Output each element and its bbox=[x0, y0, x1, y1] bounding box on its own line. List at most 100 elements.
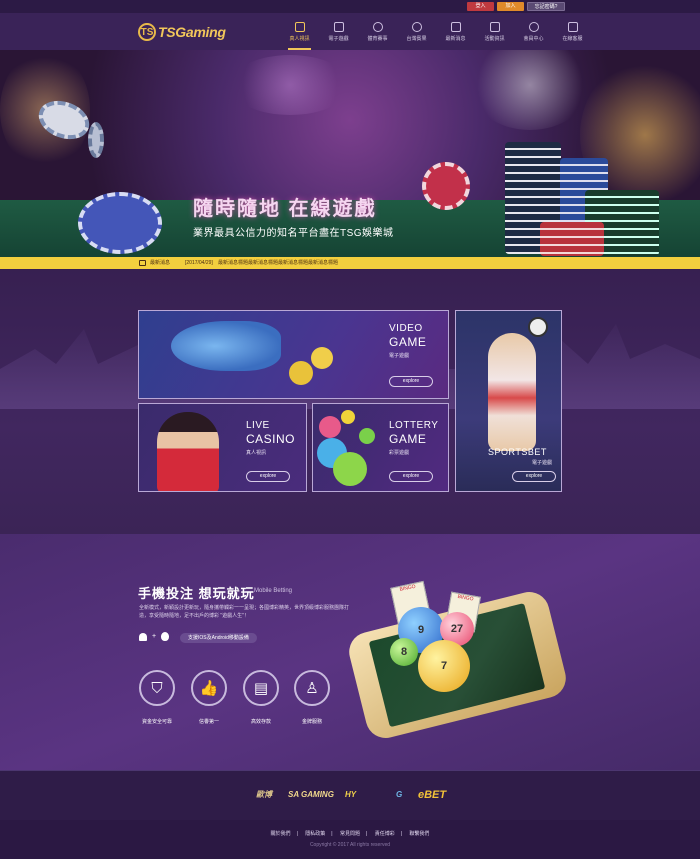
partner-logo[interactable]: eBET bbox=[418, 788, 446, 802]
nav-item-member[interactable]: 會員中心 bbox=[514, 20, 553, 50]
footer-link[interactable]: 隱私政策 bbox=[305, 831, 325, 837]
feature-deposit: ▤ 高效存款 bbox=[236, 670, 286, 725]
nav-item-slots[interactable]: 電子遊戲 bbox=[319, 20, 358, 50]
partner-logo[interactable]: HY bbox=[345, 788, 356, 802]
bingo-ball: 8 bbox=[390, 638, 418, 666]
nav-label: 體育賽事 bbox=[367, 36, 388, 42]
feature-label: 金牌服務 bbox=[301, 719, 322, 725]
support-icon bbox=[567, 22, 578, 32]
footer-link[interactable]: 常見問題 bbox=[340, 831, 360, 837]
mobile-description: 全新模式，新穎設計更新玩，隨身攜帶觸彩一一呈現；各國博彩精英，世界頂級博彩服務團… bbox=[139, 605, 350, 619]
player-figure bbox=[488, 333, 536, 451]
join-button[interactable]: 加入 bbox=[497, 2, 524, 11]
partner-logo[interactable]: G bbox=[396, 788, 402, 802]
ticker-text[interactable]: 最新消息標題最新消息標題最新消息標題最新消息標題 bbox=[218, 257, 338, 269]
nav-item-news[interactable]: 最新消息 bbox=[436, 20, 475, 50]
lottery-ball bbox=[341, 410, 355, 424]
feature-reputation: 👍 信譽第一 bbox=[184, 670, 234, 725]
lottery-card[interactable]: LOTTERY GAME 彩票遊戲 explore bbox=[312, 403, 449, 492]
deposit-icon: ▤ bbox=[243, 670, 279, 706]
video-title-1: VIDEO bbox=[389, 323, 423, 334]
ticker-date: [2017/04/29] bbox=[185, 260, 213, 266]
news-icon bbox=[450, 22, 461, 32]
nav-label: 台灣賓果 bbox=[406, 36, 427, 42]
live-title-1: LIVE bbox=[246, 420, 270, 431]
feature-label: 高效存款 bbox=[250, 719, 271, 725]
nav-label: 會員中心 bbox=[523, 36, 544, 42]
mobile-title-en: Mobile Betting bbox=[254, 588, 293, 594]
video-subtitle: 電子遊戲 bbox=[389, 353, 410, 359]
gift-icon bbox=[489, 22, 500, 32]
partner-logo[interactable]: 歐博 bbox=[256, 788, 272, 802]
login-button[interactable]: 登入 bbox=[467, 2, 494, 11]
live-title-2: CASINO bbox=[246, 432, 296, 446]
explore-button[interactable]: explore bbox=[512, 471, 556, 482]
message-icon bbox=[139, 260, 146, 266]
apple-icon bbox=[161, 632, 169, 641]
banner-subtitle: 業界最具公信力的知名平台盡在TSG娛樂城 bbox=[193, 228, 394, 239]
lottery-title-2: GAME bbox=[389, 432, 427, 446]
feature-label: 信譽第一 bbox=[198, 719, 219, 725]
partner-logo[interactable]: SA GAMING bbox=[288, 788, 334, 802]
logo-mark: TS bbox=[138, 23, 156, 41]
dealer-figure bbox=[157, 412, 219, 491]
top-bar: 登入 加入 忘記密碼? bbox=[0, 0, 700, 13]
news-ticker[interactable]: 最新消息 [2017/04/29] 最新消息標題最新消息標題最新消息標題最新消息… bbox=[0, 257, 700, 269]
poker-chip bbox=[422, 162, 470, 210]
service-icon: ♙ bbox=[294, 670, 330, 706]
partner-logos: 歐博 SA GAMING HY G eBET bbox=[0, 770, 700, 820]
os-plus: + bbox=[151, 633, 157, 640]
logo-text: TSGaming bbox=[158, 24, 226, 40]
explore-button[interactable]: explore bbox=[246, 471, 290, 482]
mobile-title: 手機投注 想玩就玩 bbox=[138, 586, 255, 601]
pufferfish bbox=[289, 361, 313, 385]
poker-chip bbox=[88, 122, 104, 158]
sports-title: SPORTSBET bbox=[488, 447, 547, 457]
bingo-icon bbox=[411, 22, 422, 32]
lottery-ball bbox=[333, 452, 367, 486]
lottery-title-1: LOTTERY bbox=[389, 420, 439, 431]
nav-item-live[interactable]: 真人視訊 bbox=[280, 20, 319, 50]
footer-link[interactable]: 關於我們 bbox=[271, 831, 291, 837]
lottery-subtitle: 彩票遊戲 bbox=[389, 450, 410, 456]
logo[interactable]: TS TSGaming bbox=[138, 22, 226, 42]
feature-security: ⛉ 資金安全可靠 bbox=[132, 670, 182, 725]
os-icons: + bbox=[139, 632, 169, 641]
explore-button[interactable]: explore bbox=[389, 376, 433, 387]
live-casino-card[interactable]: LIVE CASINO 真人視訊 explore bbox=[138, 403, 307, 492]
copyright: Copyright © 2017 All rights reserved bbox=[309, 842, 391, 848]
nav-item-bingo[interactable]: 台灣賓果 bbox=[397, 20, 436, 50]
nav-item-sports[interactable]: 體育賽事 bbox=[358, 20, 397, 50]
slot-icon bbox=[333, 22, 344, 32]
feature-service: ♙ 金牌服務 bbox=[287, 670, 337, 725]
shark-illustration bbox=[171, 321, 281, 371]
poker-chip bbox=[78, 192, 162, 254]
nav-label: 在線客服 bbox=[562, 36, 583, 42]
nav-item-events[interactable]: 活動資訊 bbox=[475, 20, 514, 50]
header: TS TSGaming 真人視訊 電子遊戲 體育賽事 台灣賓果 最新消息 活動資… bbox=[0, 13, 700, 50]
soccer-ball bbox=[528, 317, 548, 337]
nav-label: 真人視訊 bbox=[289, 36, 310, 42]
footer-link[interactable]: 責任博彩 bbox=[375, 831, 395, 837]
pufferfish bbox=[311, 347, 333, 369]
mobile-betting-section: 手機投注 想玩就玩 Mobile Betting 全新模式，新穎設計更新玩，隨身… bbox=[0, 534, 700, 770]
footer-link[interactable]: 聯繫我們 bbox=[409, 831, 429, 837]
explore-button[interactable]: explore bbox=[389, 471, 433, 482]
bingo-ball: 7 bbox=[418, 640, 470, 692]
shield-icon: ⛉ bbox=[139, 670, 175, 706]
nav-item-support[interactable]: 在線客服 bbox=[553, 20, 592, 50]
hero-banner: 隨時隨地 在線遊戲 業界最具公信力的知名平台盡在TSG娛樂城 bbox=[0, 50, 700, 257]
video-title-2: GAME bbox=[389, 335, 427, 349]
ball-icon bbox=[372, 22, 383, 32]
support-badge: 支援IOS及Android移動設備 bbox=[180, 633, 257, 643]
footer: 關於我們 | 隱私政策 | 常見問題 | 責任博彩 | 聯繫我們 Copyright ©… bbox=[0, 820, 700, 859]
member-icon bbox=[528, 22, 539, 32]
sportsbet-card[interactable]: SPORTSBET 電子遊戲 explore bbox=[455, 310, 562, 492]
forgot-password-button[interactable]: 忘記密碼? bbox=[527, 2, 565, 11]
banner-title: 隨時隨地 在線遊戲 bbox=[193, 198, 377, 220]
footer-links: 關於我們 | 隱私政策 | 常見問題 | 責任博彩 | 聯繫我們 bbox=[270, 831, 430, 837]
live-subtitle: 真人視訊 bbox=[246, 450, 267, 456]
bokeh-light bbox=[470, 50, 590, 130]
page: 登入 加入 忘記密碼? TS TSGaming 真人視訊 電子遊戲 體育賽事 台… bbox=[0, 0, 700, 859]
video-game-card[interactable]: VIDEO GAME 電子遊戲 explore bbox=[138, 310, 449, 399]
